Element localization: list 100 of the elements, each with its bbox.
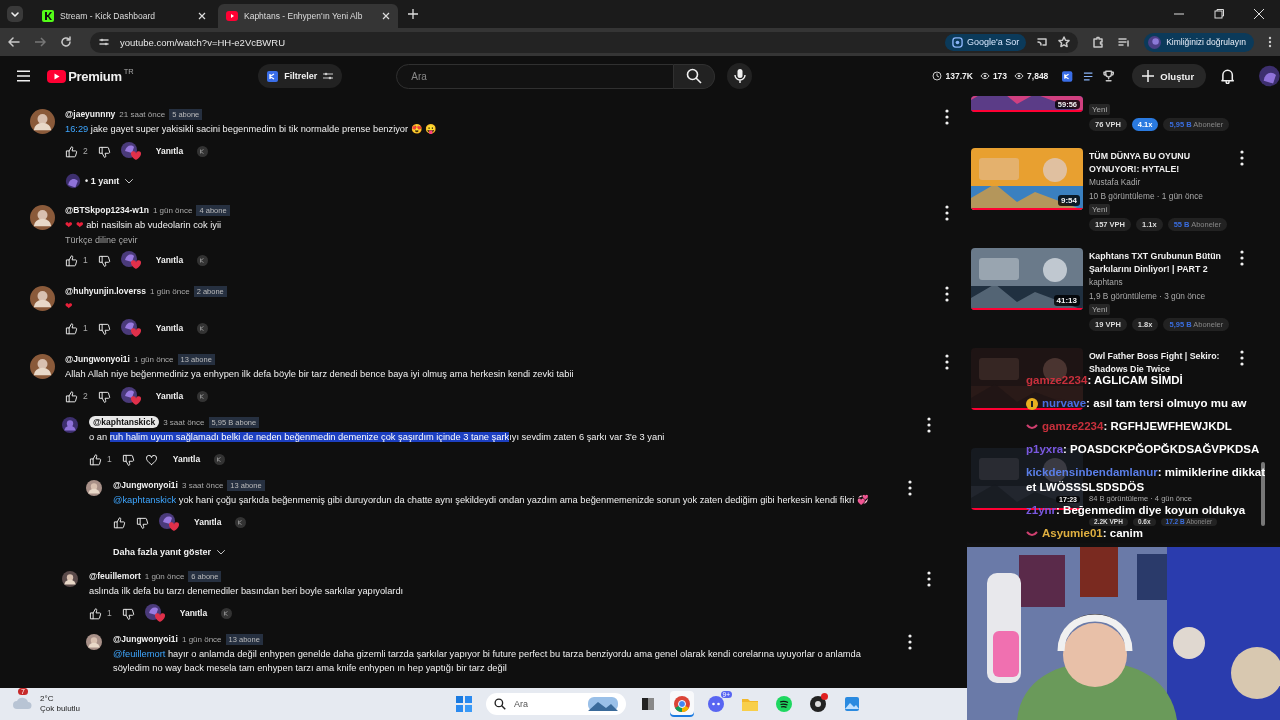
logo-text[interactable]: Premium	[68, 68, 122, 84]
dislike-icon[interactable]	[121, 606, 135, 620]
extension-icon[interactable]	[197, 254, 209, 266]
reply-button[interactable]: Yanıtla	[153, 319, 186, 337]
extensions-icon[interactable]	[1092, 36, 1105, 48]
more-options-icon[interactable]	[1238, 350, 1246, 366]
user-avatar[interactable]	[86, 480, 102, 496]
discord-icon[interactable]	[707, 695, 725, 713]
tab-list-icon[interactable]	[6, 5, 24, 23]
task-view-icon[interactable]	[639, 695, 657, 713]
dislike-icon[interactable]	[97, 253, 111, 267]
forward-icon[interactable]	[34, 36, 46, 48]
like-icon[interactable]	[65, 389, 78, 403]
create-button[interactable]: Oluştur	[1132, 64, 1207, 88]
media-queue-icon[interactable]	[1118, 36, 1131, 48]
search-button[interactable]	[674, 63, 716, 89]
like-icon[interactable]	[89, 452, 102, 466]
user-avatar[interactable]	[30, 109, 55, 134]
reply-button[interactable]: Yanıtla	[153, 251, 186, 269]
author-name[interactable]: @BTSkpop1234-w1n	[65, 205, 149, 215]
like-icon[interactable]	[65, 321, 78, 335]
restore-icon[interactable]	[1214, 9, 1224, 19]
like-icon[interactable]	[65, 253, 78, 267]
replies-toggle[interactable]: • 1 yanıt	[65, 172, 136, 190]
dislike-icon[interactable]	[136, 515, 149, 529]
spotify-icon[interactable]	[775, 695, 793, 713]
more-options-icon[interactable]	[1238, 150, 1246, 166]
list-icon[interactable]	[1082, 70, 1094, 82]
extension-icon[interactable]	[197, 322, 209, 334]
dislike-icon[interactable]	[97, 389, 111, 403]
more-options-icon[interactable]	[1238, 250, 1246, 266]
mention-link[interactable]: @kaphtanskick	[113, 495, 177, 505]
dislike-icon[interactable]	[121, 452, 135, 466]
more-options-icon[interactable]	[925, 417, 933, 433]
author-name[interactable]: @kaphtanskick	[89, 416, 160, 428]
recorder-icon[interactable]	[809, 695, 827, 713]
more-replies-button[interactable]: Daha fazla yanıt göster	[113, 543, 228, 561]
dislike-icon[interactable]	[97, 321, 111, 335]
user-avatar[interactable]	[30, 286, 55, 311]
bookmark-star-icon[interactable]	[1058, 36, 1071, 48]
profile-button[interactable]: Kimliğinizi doğrulayın	[1144, 32, 1254, 52]
reply-button[interactable]: Yanıtla	[192, 513, 224, 531]
user-avatar[interactable]	[62, 571, 78, 587]
browser-tab[interactable]: Kaphtans - Enhypen'ın Yeni Alb	[218, 4, 398, 28]
author-name[interactable]: @huhyunjin.loverss	[65, 286, 147, 296]
author-name[interactable]: @Jungwonyoi1i	[113, 480, 178, 490]
channel-name[interactable]: kaphtans	[1089, 276, 1123, 290]
menu-icon[interactable]	[17, 70, 31, 82]
author-name[interactable]: @Jungwonyoi1i	[65, 354, 130, 364]
author-name[interactable]: @feuillemort	[89, 571, 141, 581]
close-icon[interactable]	[198, 12, 206, 20]
search-field[interactable]: Ara	[396, 63, 675, 89]
address-bar[interactable]: youtube.com/watch?v=HH-e2VcBWRU Google'a Sor	[90, 31, 1079, 53]
extension-icon[interactable]	[197, 390, 209, 402]
like-icon[interactable]	[89, 606, 102, 620]
youtube-logo-icon[interactable]	[47, 69, 67, 83]
new-tab-icon[interactable]	[408, 9, 418, 19]
taskbar-search-field[interactable]: Ara	[486, 693, 626, 715]
user-avatar[interactable]	[86, 634, 102, 650]
author-name[interactable]: @jaeyunnny	[65, 109, 116, 119]
more-options-icon[interactable]	[943, 109, 951, 125]
site-info-icon[interactable]	[98, 36, 110, 48]
notifications-icon[interactable]	[1221, 68, 1235, 84]
start-icon[interactable]	[455, 695, 473, 713]
extension-icon[interactable]	[221, 607, 233, 619]
cast-icon[interactable]	[1036, 36, 1049, 48]
reply-button[interactable]: Yanıtla	[177, 604, 210, 622]
more-options-icon[interactable]	[925, 571, 933, 587]
dislike-icon[interactable]	[97, 144, 111, 158]
reply-button[interactable]: Yanıtla	[153, 142, 186, 160]
reload-icon[interactable]	[60, 36, 72, 48]
mention-link[interactable]: @feuillemort	[113, 649, 166, 659]
back-icon[interactable]	[8, 36, 20, 48]
video-title[interactable]: Kaphtans TXT Grubunun Bütün Şarkılarını Dinliyor! | PART 2	[1089, 250, 1230, 276]
ask-google-button[interactable]: Google'a Sor	[944, 33, 1027, 51]
browser-tab[interactable]: Stream - Kick Dashboard	[34, 4, 214, 28]
author-name[interactable]: @Jungwonyoi1i	[113, 634, 178, 644]
translate-link[interactable]: Türkçe diline çevir	[65, 235, 933, 245]
filters-button[interactable]: Filtreler	[258, 64, 343, 88]
close-icon[interactable]	[382, 12, 390, 20]
reply-button[interactable]: Yanıtla	[153, 387, 186, 405]
video-title[interactable]: TÜM DÜNYA BU OYUNU OYNUYOR!: HYTALE!	[1089, 150, 1230, 176]
more-options-icon[interactable]	[943, 205, 951, 221]
more-options-icon[interactable]	[906, 480, 914, 496]
user-avatar[interactable]	[30, 354, 55, 379]
extension-icon[interactable]	[235, 516, 247, 528]
timestamp-link[interactable]: 16:29	[65, 124, 89, 134]
more-options-icon[interactable]	[943, 354, 951, 370]
more-options-icon[interactable]	[906, 634, 914, 650]
extension-logo-icon[interactable]	[1062, 70, 1073, 82]
extension-icon[interactable]	[214, 453, 226, 465]
like-icon[interactable]	[113, 515, 126, 529]
menu-icon[interactable]	[1268, 36, 1272, 48]
reply-button[interactable]: Yanıtla	[170, 450, 203, 468]
like-icon[interactable]	[65, 144, 78, 158]
chrome-icon[interactable]	[673, 695, 691, 713]
trophy-icon[interactable]	[1103, 70, 1115, 82]
voice-search-button[interactable]	[727, 63, 753, 89]
user-avatar[interactable]	[30, 205, 55, 230]
channel-name[interactable]: Mustafa Kadir	[1089, 176, 1141, 190]
